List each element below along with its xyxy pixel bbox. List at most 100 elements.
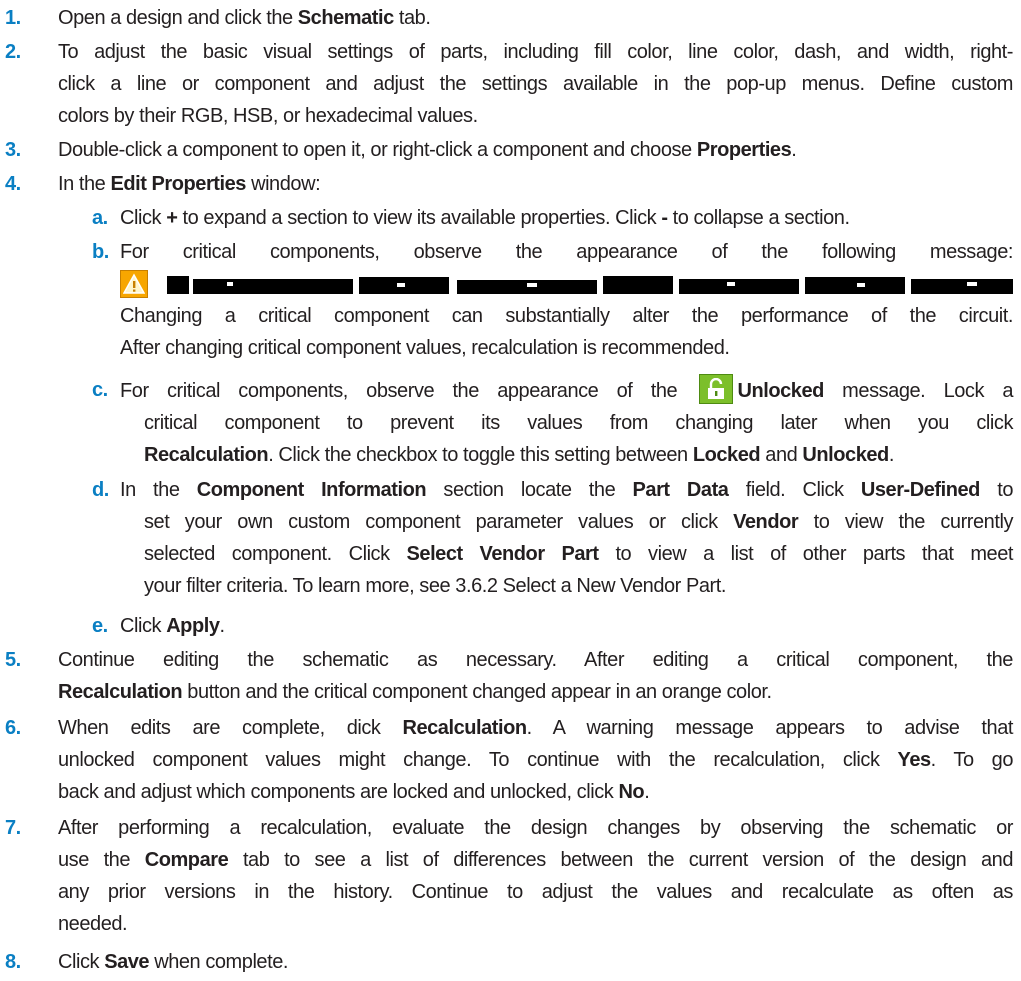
step-text: window:: [245, 173, 321, 195]
step-3: 3. Double-click a component to open it, …: [5, 134, 1013, 166]
step-text: selected component. Click: [144, 543, 407, 565]
warning-icon: [120, 270, 148, 298]
step-line: Continue editing the schematic as necess…: [58, 649, 1013, 671]
step-line: your filter criteria. To learn more, see…: [144, 575, 726, 597]
step-text: to collapse a section.: [667, 207, 850, 229]
step-text: When edits are complete, dick: [58, 717, 403, 739]
step-line: Recalculation. Click the checkbox to tog…: [120, 439, 1013, 471]
step-text: set your own custom component parameter …: [144, 511, 734, 533]
step-line: For critical components, observe the app…: [120, 374, 1013, 407]
step-line: back and adjust which components are loc…: [58, 776, 1013, 808]
substep-c: c. For critical components, observe the …: [92, 374, 1013, 471]
step-number: 6.: [5, 717, 21, 739]
step-line: set your own custom component parameter …: [120, 506, 1013, 538]
step-line: use the Compare tab to see a list of dif…: [58, 844, 1013, 876]
step-text: to expand a section to view its availabl…: [177, 207, 662, 229]
step-line: After performing a recalculation, evalua…: [58, 817, 1013, 839]
step-text: tab.: [393, 7, 431, 29]
substep-letter: e.: [92, 615, 108, 637]
recalculation-term: Recalculation: [402, 717, 527, 739]
step-7: 7. After performing a recalculation, eva…: [5, 812, 1013, 940]
user-defined-term: User-Defined: [860, 479, 981, 501]
unlocked-icon: [699, 374, 734, 404]
step-2: 2. To adjust the basic visual settings o…: [5, 36, 1013, 132]
step-line: colors by their RGB, HSB, or hexadecimal…: [58, 105, 478, 127]
component-information-term: Component Information: [196, 479, 427, 501]
step-text: .: [219, 615, 226, 637]
unlocked-term: Unlocked: [802, 444, 889, 466]
step-text: Click: [58, 951, 105, 973]
step-text: to view a list of other parts that meet: [598, 543, 1013, 565]
step-line: Changing a critical component can substa…: [120, 305, 1013, 327]
step-text: In the: [120, 479, 197, 501]
step-text: when complete.: [149, 951, 288, 973]
step-line: After changing critical component values…: [120, 337, 730, 359]
step-line: In the Component Information section loc…: [120, 474, 1013, 506]
step-4: 4. In the Edit Properties window:: [5, 168, 1013, 200]
compare-term: Compare: [144, 849, 229, 871]
substep-letter: d.: [92, 479, 109, 501]
illegible-warning-text: [167, 274, 1013, 294]
substep-letter: a.: [92, 207, 108, 229]
recalculation-term: Recalculation: [144, 444, 269, 466]
step-number: 4.: [5, 173, 21, 195]
step-text: Click: [120, 207, 167, 229]
substep-d: d. In the Component Information section …: [92, 474, 1013, 602]
step-text: In the: [58, 173, 111, 195]
step-text: tab to see a list of differences between…: [228, 849, 1014, 871]
recalculation-term: Recalculation: [58, 681, 183, 703]
properties-term: Properties: [696, 139, 792, 161]
step-text: For critical components, observe the app…: [120, 380, 696, 402]
step-text: button and the critical component change…: [182, 681, 772, 703]
step-text: back and adjust which components are loc…: [58, 781, 619, 803]
step-number: 1.: [5, 7, 21, 29]
part-data-term: Part Data: [632, 479, 729, 501]
step-line: unlocked component values might change. …: [58, 744, 1013, 776]
substep-e: e. Click Apply.: [92, 610, 1013, 642]
step-text: . To go: [930, 749, 1014, 771]
edit-properties-term: Edit Properties: [110, 173, 246, 195]
step-number: 5.: [5, 649, 21, 671]
step-text: Open a design and click the: [58, 7, 298, 29]
step-text: to view the currently: [798, 511, 1014, 533]
step-text: . Click the checkbox to toggle this sett…: [268, 444, 693, 466]
step-line: Recalculation button and the critical co…: [58, 676, 1013, 708]
locked-term: Locked: [692, 444, 761, 466]
step-line: selected component. Click Select Vendor …: [120, 538, 1013, 570]
vendor-term: Vendor: [733, 511, 799, 533]
schematic-term: Schematic: [297, 7, 394, 29]
critical-warning-message: [120, 268, 1013, 300]
step-number: 7.: [5, 817, 21, 839]
step-text: unlocked component values might change. …: [58, 749, 898, 771]
step-text: field. Click: [728, 479, 861, 501]
step-6: 6. When edits are complete, dick Recalcu…: [5, 712, 1013, 808]
step-number: 8.: [5, 951, 21, 973]
yes-term: Yes: [897, 749, 932, 771]
step-8: 8. Click Save when complete.: [5, 946, 1013, 978]
substep-letter: c.: [92, 379, 108, 401]
step-text: .: [888, 444, 895, 466]
expand-symbol: +: [166, 207, 178, 229]
step-text: . A warning message appears to advise th…: [526, 717, 1014, 739]
step-line: For critical components, observe the app…: [120, 241, 1013, 263]
step-text: section locate the: [426, 479, 633, 501]
unlocked-term: Unlocked: [737, 380, 824, 402]
step-line: needed.: [58, 913, 128, 935]
save-term: Save: [104, 951, 150, 973]
step-number: 2.: [5, 41, 21, 63]
step-line: When edits are complete, dick Recalculat…: [58, 712, 1013, 744]
apply-term: Apply: [166, 615, 220, 637]
step-1: 1. Open a design and click the Schematic…: [5, 2, 1013, 34]
step-text: .: [791, 139, 797, 161]
step-text: to: [979, 479, 1013, 501]
no-term: No: [618, 781, 645, 803]
step-number: 3.: [5, 139, 21, 161]
instruction-document: 1. Open a design and click the Schematic…: [0, 0, 1021, 981]
substep-a: a. Click + to expand a section to view i…: [92, 202, 1013, 234]
step-text: use the: [58, 849, 145, 871]
step-line: To adjust the basic visual settings of p…: [58, 41, 1013, 63]
step-text: and: [760, 444, 803, 466]
step-text: Click: [120, 615, 167, 637]
substep-b: b. For critical components, observe the …: [92, 236, 1013, 364]
select-vendor-part-term: Select Vendor Part: [406, 543, 600, 565]
